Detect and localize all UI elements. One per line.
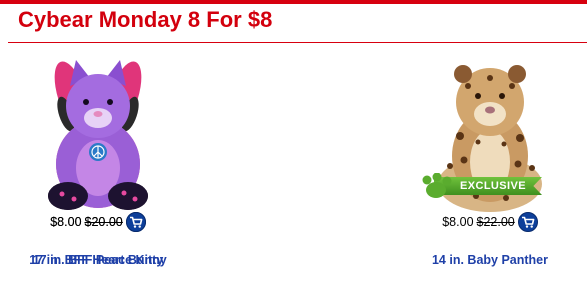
title-divider bbox=[8, 42, 587, 43]
product-name-link[interactable]: 17 in. BFF Peace Kitty bbox=[0, 253, 196, 267]
product-name-link[interactable]: 14 in. Baby Panther bbox=[392, 253, 587, 267]
original-price: $20.00 bbox=[84, 215, 123, 229]
sale-price: $8.00 bbox=[442, 215, 474, 229]
top-accent-bar bbox=[0, 0, 587, 4]
cart-icon bbox=[521, 216, 535, 228]
product-card-peace-kitty: $8.00 $20.00 17 in. BFF Peace Kitty bbox=[0, 48, 196, 288]
kitty-plush-image bbox=[48, 60, 148, 210]
product-card-baby-panther: EXCLUSIVE $8.00 $22.00 14 in. Baby Panth… bbox=[392, 48, 587, 288]
price-row: $8.00 $22.00 bbox=[392, 210, 587, 234]
add-to-cart-button[interactable] bbox=[125, 212, 146, 232]
sale-price: $8.00 bbox=[50, 215, 82, 229]
add-to-cart-button[interactable] bbox=[517, 212, 538, 232]
page-title: Cybear Monday 8 For $8 bbox=[18, 7, 273, 32]
price-row: $8.00 $20.00 bbox=[0, 210, 196, 234]
exclusive-label: EXCLUSIVE bbox=[460, 180, 526, 192]
cart-icon bbox=[129, 216, 143, 228]
product-image-peace-kitty[interactable] bbox=[28, 56, 168, 216]
paw-icon bbox=[422, 173, 452, 198]
exclusive-badge: EXCLUSIVE bbox=[420, 173, 544, 199]
original-price: $22.00 bbox=[476, 215, 515, 229]
